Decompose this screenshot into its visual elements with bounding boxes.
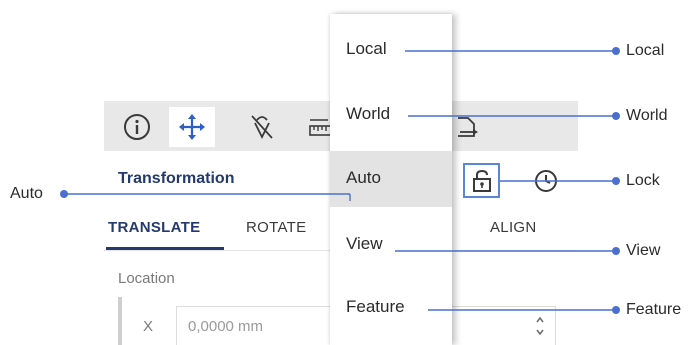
coordinate-system-menu: Local World Auto View Feature — [330, 14, 452, 345]
tab-rotate[interactable]: ROTATE — [246, 219, 306, 236]
callout-local: Local — [626, 42, 665, 59]
location-label: Location — [118, 270, 175, 287]
menu-item-local[interactable]: Local — [330, 22, 452, 78]
clock-icon — [535, 170, 557, 192]
menu-item-label: Auto — [346, 168, 381, 187]
field-group-bar — [118, 297, 122, 345]
history-button[interactable] — [530, 165, 562, 197]
x-label: X — [143, 318, 154, 335]
tab-translate[interactable]: TRANSLATE — [108, 219, 200, 236]
menu-item-view[interactable]: View — [330, 217, 452, 273]
snap-button[interactable] — [239, 107, 285, 147]
move-icon — [179, 114, 205, 140]
move-button[interactable] — [169, 107, 215, 147]
menu-item-auto[interactable]: Auto — [330, 151, 452, 207]
stepper-icon[interactable] — [535, 314, 545, 338]
menu-item-label: Local — [346, 39, 387, 58]
menu-item-label: Feature — [346, 297, 405, 316]
callout-feature: Feature — [626, 301, 682, 318]
export-icon — [458, 117, 478, 137]
section-title: Transformation — [118, 170, 235, 187]
info-button[interactable] — [114, 107, 160, 147]
menu-item-world[interactable]: World — [330, 87, 452, 143]
callout-world: World — [626, 107, 668, 124]
measure-button[interactable] — [302, 107, 332, 147]
menu-item-label: View — [346, 234, 383, 253]
ruler-icon — [309, 119, 332, 136]
tab-align[interactable]: ALIGN — [490, 219, 537, 236]
menu-item-feature[interactable]: Feature — [330, 280, 452, 336]
info-icon — [124, 114, 150, 140]
x-value: 0,0000 mm — [188, 318, 264, 335]
callout-lock: Lock — [626, 172, 660, 189]
callout-auto: Auto — [10, 185, 43, 202]
menu-item-label: World — [346, 104, 391, 123]
lock-button[interactable] — [463, 163, 500, 198]
lock-icon — [472, 169, 491, 192]
no-snap-icon — [251, 115, 273, 140]
callout-view: View — [626, 242, 661, 259]
